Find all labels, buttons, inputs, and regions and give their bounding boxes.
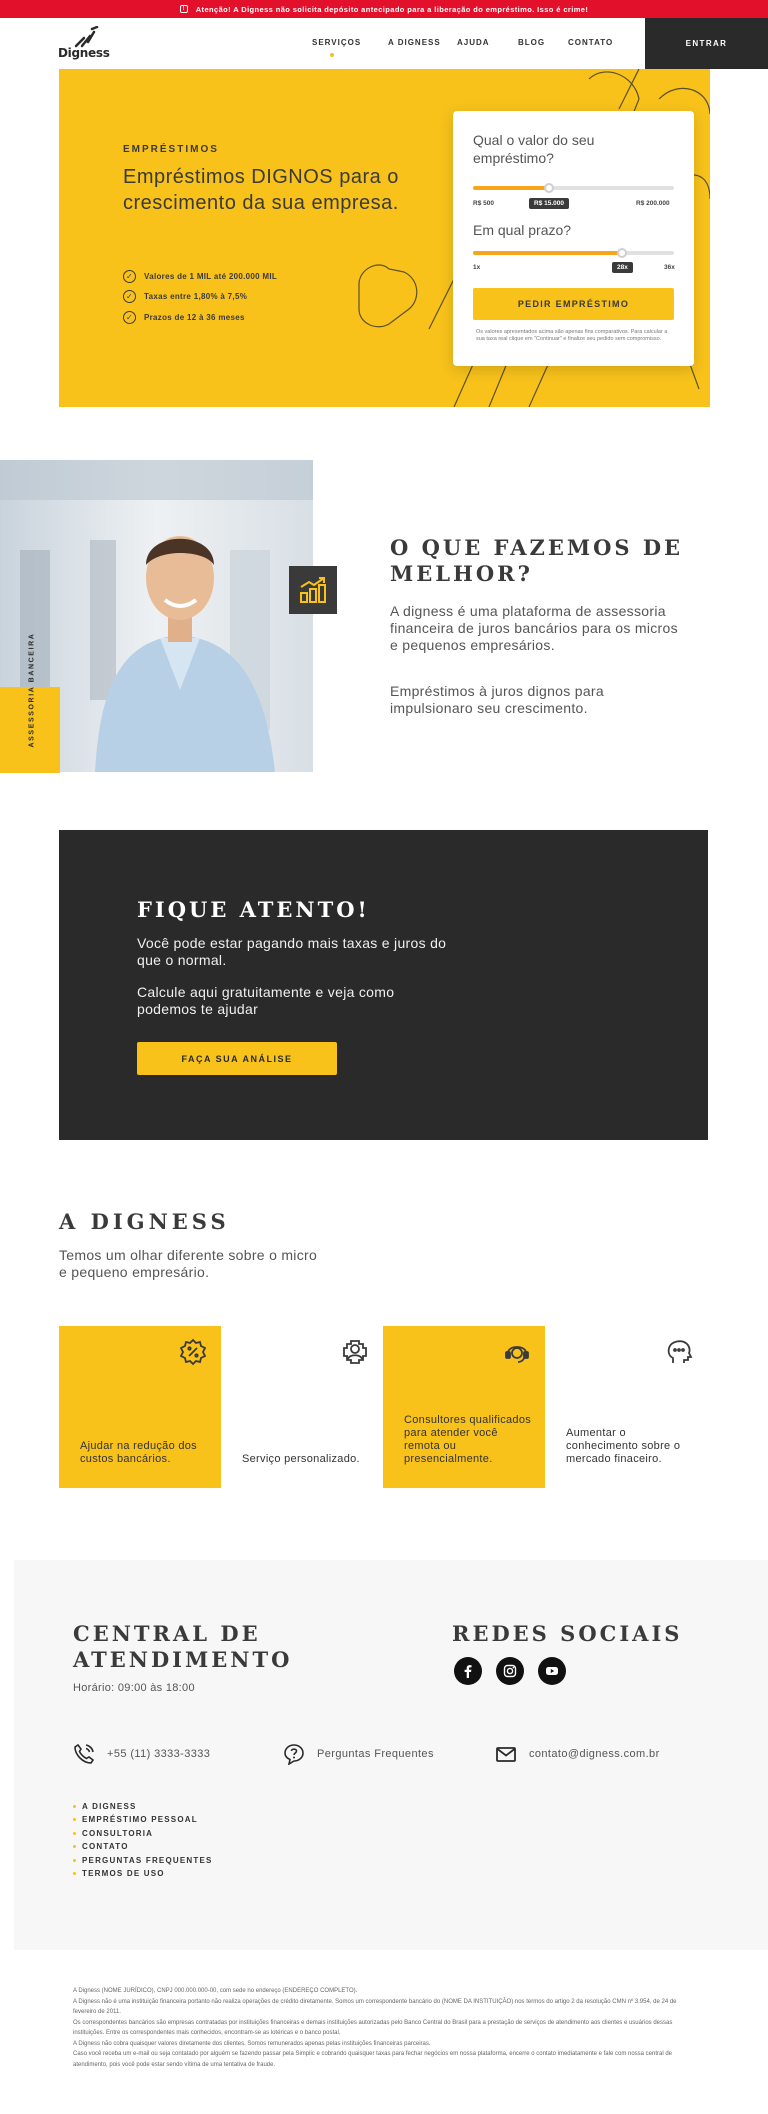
amount-value-pill: R$ 15.000 — [529, 198, 569, 209]
faq-label: Perguntas Frequentes — [317, 1748, 434, 1760]
alert-icon: ! — [179, 5, 188, 13]
mail-icon — [496, 1747, 516, 1762]
feature-text: Ajudar na redução dos custos bancários. — [80, 1440, 197, 1465]
legal-paragraph: Os correspondentes bancários são empresa… — [73, 2019, 673, 2037]
phone-contact[interactable]: +55 (11) 3333-3333 — [73, 1743, 210, 1765]
support-hours: Horário: 09:00 às 18:00 — [73, 1682, 195, 1694]
nav-ajuda[interactable]: AJUDA — [457, 38, 490, 47]
alert-bar: ! Atenção! A Digness não solicita depósi… — [0, 0, 768, 18]
check-circle-icon: ✓ — [123, 290, 136, 303]
user-support-icon — [343, 1340, 367, 1364]
what-we-do-title: O QUE FAZEMOS DE MELHOR? — [390, 535, 684, 586]
logo-mark-icon — [74, 26, 99, 48]
nav-contato[interactable]: CONTATO — [568, 38, 613, 47]
headset-agent-icon — [505, 1346, 529, 1363]
about-subtitle: Temos um olhar diferente sobre o micro e… — [59, 1247, 318, 1280]
enter-button[interactable]: ENTRAR — [645, 18, 768, 69]
cta-paragraph: Você pode estar pagando mais taxas e jur… — [137, 935, 447, 968]
analysis-button[interactable]: FAÇA SUA ANÁLISE — [137, 1042, 337, 1075]
check-circle-icon: ✓ — [123, 311, 136, 324]
check-circle-icon: ✓ — [123, 270, 136, 283]
youtube-icon[interactable] — [538, 1657, 566, 1685]
term-min-label: 1x — [473, 264, 481, 271]
about-title: A DIGNESS — [59, 1209, 230, 1234]
amount-min-label: R$ 500 — [473, 200, 494, 207]
feature-card: Serviço personalizado. — [221, 1326, 383, 1488]
question-chat-icon — [284, 1744, 304, 1765]
hero-check-item: ✓ Taxas entre 1,80% à 7,5% — [123, 290, 247, 303]
nav-active-indicator — [330, 53, 334, 57]
footer-link-consultoria[interactable]: CONSULTORIA — [73, 1829, 153, 1838]
feature-text: Aumentar o conhecimento sobre o mercado … — [566, 1427, 681, 1465]
amount-question: Qual o valor do seu empréstimo? — [473, 132, 595, 166]
amount-slider[interactable] — [473, 183, 674, 193]
legal-paragraph: A Digness não cobra quaisquer valores di… — [73, 2040, 431, 2047]
phone-number: +55 (11) 3333-3333 — [107, 1748, 211, 1760]
hero-eyebrow: EMPRÉSTIMOS — [123, 144, 219, 155]
nav-blog[interactable]: BLOG — [518, 38, 545, 47]
cta-title: FIQUE ATENTO! — [137, 897, 370, 922]
what-we-do-paragraph: A digness é uma plataforma de assessoria… — [390, 603, 678, 653]
youtube-glyph — [546, 1667, 558, 1675]
growth-chart-icon — [300, 577, 326, 603]
amount-max-label: R$ 200.000 — [636, 200, 670, 207]
social-title: REDES SOCIAIS — [452, 1621, 683, 1646]
amount-slider-fill — [473, 186, 550, 190]
footer-link-faq[interactable]: PERGUNTAS FREQUENTES — [73, 1856, 213, 1865]
simulator-disclaimer: Os valores apresentados acima são apenas… — [476, 329, 668, 342]
footer-link-contato[interactable]: CONTATO — [73, 1842, 129, 1851]
hero-check-item: ✓ Prazos de 12 à 36 meses — [123, 311, 245, 324]
feature-card: Aumentar o conhecimento sobre o mercado … — [545, 1326, 707, 1488]
logo[interactable]: Digness — [58, 26, 118, 62]
alert-text: Atenção! A Digness não solicita depósito… — [195, 4, 589, 14]
term-slider[interactable] — [473, 248, 674, 258]
phone-icon — [74, 1743, 95, 1764]
side-label-text: ASSESSORIA BANCEIRA — [28, 632, 36, 748]
hero-check-label: Taxas entre 1,80% à 7,5% — [144, 292, 248, 301]
support-title: CENTRAL DE ATENDIMENTO — [73, 1621, 293, 1672]
term-question: Em qual prazo? — [473, 222, 572, 238]
cta-paragraph: Calcule aqui gratuitamente e veja como p… — [137, 984, 395, 1017]
term-value-pill: 28x — [612, 262, 633, 273]
facebook-glyph — [464, 1665, 472, 1678]
legal-paragraph: Caso você receba um e-mail ou seja conta… — [73, 2051, 673, 2068]
legal-paragraph: A Digness (NOME JURÍDICO), CNPJ 000.000.… — [73, 1988, 358, 1994]
instagram-glyph — [503, 1664, 517, 1678]
hero-check-label: Valores de 1 MIL até 200.000 MIL — [144, 272, 278, 281]
term-slider-fill — [473, 251, 622, 255]
footer-link-a-digness[interactable]: A DIGNESS — [73, 1802, 137, 1811]
nav-a-digness[interactable]: A DIGNESS — [388, 38, 441, 47]
legal-paragraph: A Digness não é uma instituição financei… — [73, 1998, 677, 2016]
hero-check-item: ✓ Valores de 1 MIL até 200.000 MIL — [123, 270, 277, 283]
instagram-icon[interactable] — [496, 1657, 524, 1685]
growth-chart-badge — [289, 566, 337, 614]
hero-title: Empréstimos DIGNOS para o crescimento da… — [123, 166, 399, 214]
feature-text: Consultores qualificados para atender vo… — [404, 1414, 532, 1465]
term-slider-thumb[interactable] — [616, 248, 627, 258]
what-we-do-paragraph: Empréstimos à juros dignos para impulsio… — [390, 683, 604, 716]
discount-badge-icon — [179, 1338, 207, 1366]
logo-text: Digness — [58, 46, 110, 60]
faq-contact[interactable]: Perguntas Frequentes — [283, 1743, 434, 1765]
footer-link-termos[interactable]: TERMOS DE USO — [73, 1869, 165, 1878]
term-max-label: 36x — [664, 264, 675, 271]
footer-link-emprestimo[interactable]: EMPRÉSTIMO PESSOAL — [73, 1815, 198, 1824]
request-loan-button[interactable]: PEDIR EMPRÉSTIMO — [473, 288, 674, 320]
email-contact[interactable]: contato@digness.com.br — [495, 1743, 660, 1765]
head-idea-icon — [667, 1340, 693, 1363]
nav-servicos[interactable]: SERVIÇOS — [312, 38, 361, 47]
feature-text: Serviço personalizado. — [242, 1453, 360, 1465]
facebook-icon[interactable] — [454, 1657, 482, 1685]
feature-card: Ajudar na redução dos custos bancários. — [59, 1326, 221, 1488]
legal-text: A Digness (NOME JURÍDICO), CNPJ 000.000.… — [73, 1986, 683, 2070]
email-address: contato@digness.com.br — [529, 1748, 660, 1760]
hero-check-label: Prazos de 12 à 36 meses — [144, 313, 245, 322]
feature-card: Consultores qualificados para atender vo… — [383, 1326, 545, 1488]
